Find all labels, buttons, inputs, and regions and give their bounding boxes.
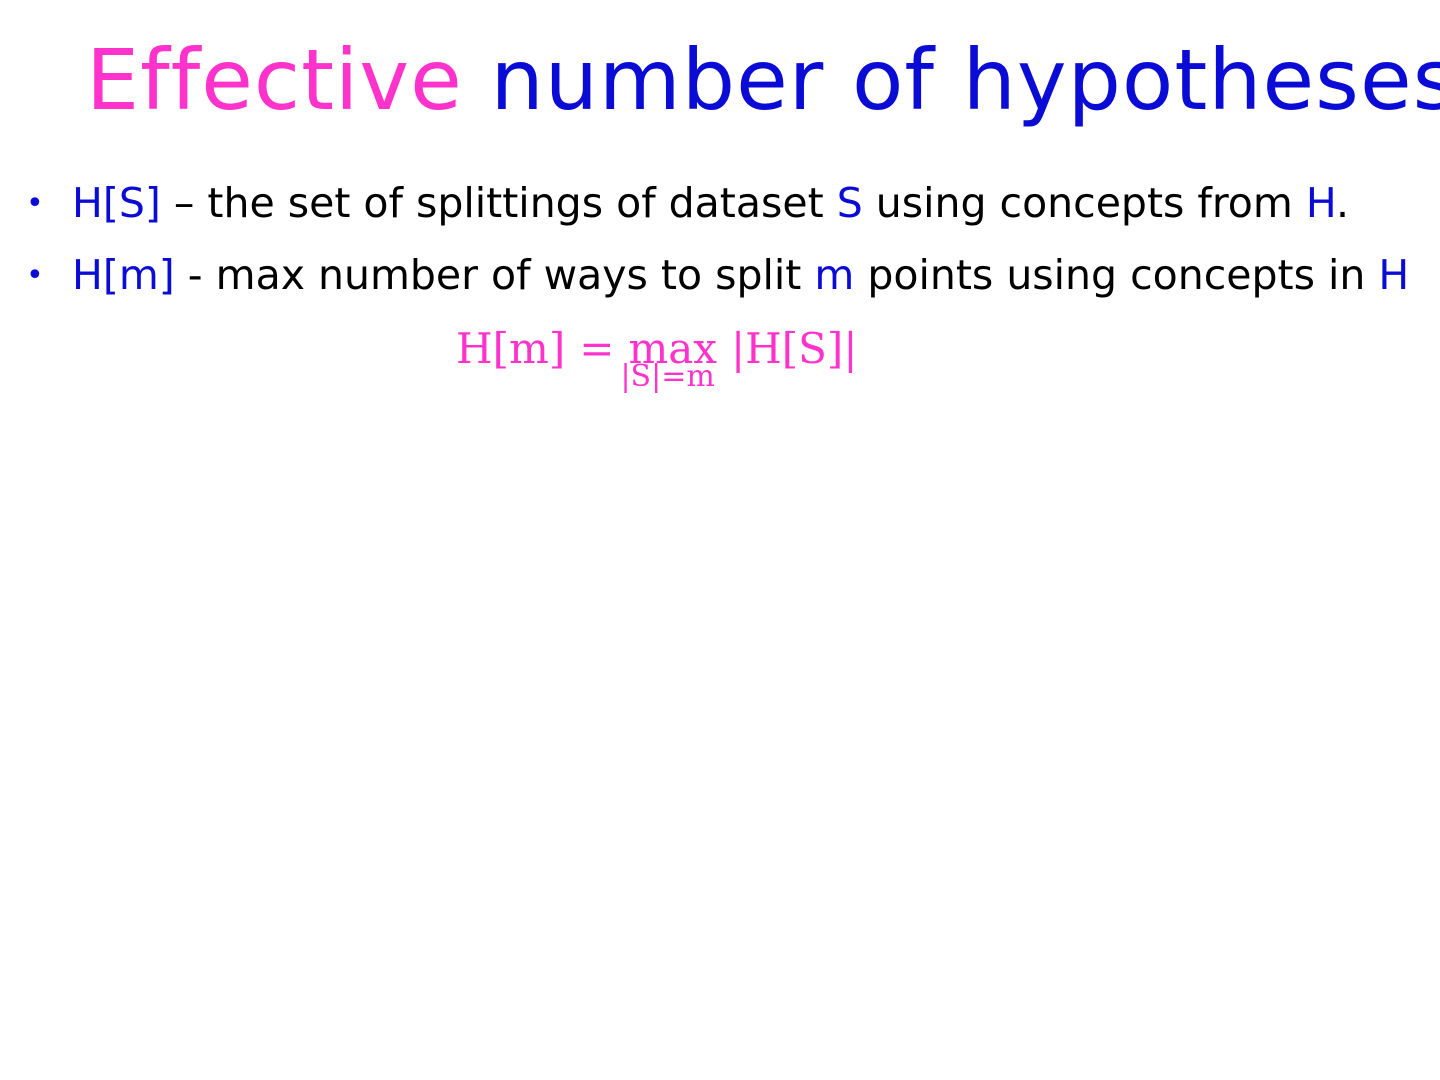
formula-lhs: H[m] xyxy=(456,324,566,373)
formula-equals: = xyxy=(579,324,615,373)
bullet-item-1: • H[S] – the set of splittings of dataset… xyxy=(26,178,1349,229)
slide-title: Effective number of hypotheses xyxy=(86,30,1440,130)
bullet-var-s: S xyxy=(836,179,863,227)
bullet-text: . xyxy=(1335,179,1350,227)
formula-rhs: |H[S]| xyxy=(731,324,858,373)
title-rest: number of hypotheses xyxy=(490,31,1440,129)
bullet-var-h: H xyxy=(1378,251,1410,299)
formula-max-operator: max |S|=m xyxy=(620,322,717,394)
bullet-term: H[S] xyxy=(72,179,161,227)
bullet-text: – the set of splittings of dataset xyxy=(160,179,837,227)
bullet-dot-icon: • xyxy=(26,258,44,293)
formula: H[m] = max |S|=m |H[S]| xyxy=(456,322,858,394)
bullet-var-h: H xyxy=(1305,179,1336,227)
bullet-item-2: • H[m] - max number of ways to split m po… xyxy=(26,250,1409,301)
bullet-dot-icon: • xyxy=(26,186,44,221)
title-effective: Effective xyxy=(86,31,463,129)
slide: Effective number of hypotheses • H[S] – t… xyxy=(0,0,1440,1080)
bullet-text: points using concepts in xyxy=(854,251,1379,299)
bullet-text: - max number of ways to split xyxy=(174,251,815,299)
formula-subscript: |S|=m xyxy=(620,359,715,394)
bullet-text: using concepts from xyxy=(862,179,1306,227)
bullet-var-m: m xyxy=(814,251,855,299)
bullet-term: H[m] xyxy=(72,251,175,299)
